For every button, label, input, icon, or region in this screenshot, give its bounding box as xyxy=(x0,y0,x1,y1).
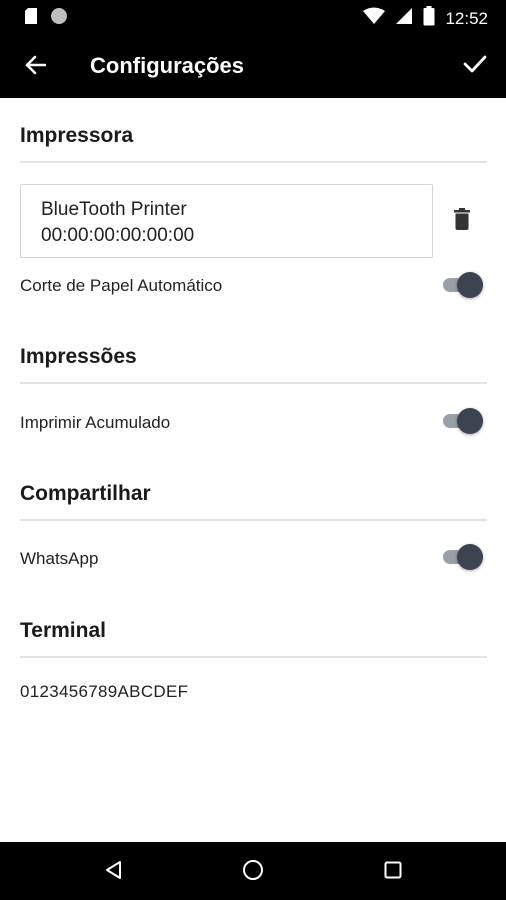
section-title-terminal: Terminal xyxy=(20,619,106,642)
recents-square-icon xyxy=(384,861,402,884)
printer-address: 00:00:00:00:00:00 xyxy=(41,225,195,246)
printer-device-card[interactable]: BlueTooth Printer 00:00:00:00:00:00 xyxy=(20,184,433,258)
home-circle-icon xyxy=(242,859,264,886)
trash-icon xyxy=(454,207,470,235)
app-bar: Configurações xyxy=(0,34,506,98)
toggle-thumb xyxy=(457,544,483,570)
status-bar: 12:52 xyxy=(0,0,506,34)
wifi-icon xyxy=(363,7,386,30)
toggle-thumb xyxy=(457,272,483,298)
nav-home-button[interactable] xyxy=(240,859,266,885)
arrow-left-icon xyxy=(24,55,47,80)
divider xyxy=(20,161,487,163)
delete-printer-button[interactable] xyxy=(448,206,476,236)
circle-notification-icon xyxy=(50,7,68,30)
section-title-share: Compartilhar xyxy=(20,482,151,505)
signal-icon xyxy=(395,7,413,30)
terminal-id: 0123456789ABCDEF xyxy=(20,682,189,701)
check-icon xyxy=(463,54,487,79)
whatsapp-toggle[interactable] xyxy=(443,542,485,572)
battery-icon xyxy=(423,6,435,31)
accumulated-label: Imprimir Acumulado xyxy=(20,413,171,432)
nav-recents-button[interactable] xyxy=(380,859,406,885)
system-nav-bar xyxy=(0,842,506,900)
sd-card-icon xyxy=(24,7,38,30)
page-title: Configurações xyxy=(90,53,245,78)
divider xyxy=(20,382,487,384)
accumulated-toggle[interactable] xyxy=(443,406,485,436)
back-triangle-icon xyxy=(104,860,122,885)
auto-cut-label: Corte de Papel Automático xyxy=(20,276,223,295)
whatsapp-label: WhatsApp xyxy=(20,549,99,568)
printer-name: BlueTooth Printer xyxy=(41,199,187,220)
back-button[interactable] xyxy=(20,52,50,82)
auto-cut-toggle[interactable] xyxy=(443,270,485,300)
divider xyxy=(20,519,487,521)
divider xyxy=(20,656,487,658)
toggle-thumb xyxy=(457,408,483,434)
section-title-printer: Impressora xyxy=(20,124,134,147)
confirm-button[interactable] xyxy=(460,51,490,81)
section-title-prints: Impressões xyxy=(20,345,137,368)
status-time: 12:52 xyxy=(445,8,488,28)
nav-back-button[interactable] xyxy=(100,859,126,885)
